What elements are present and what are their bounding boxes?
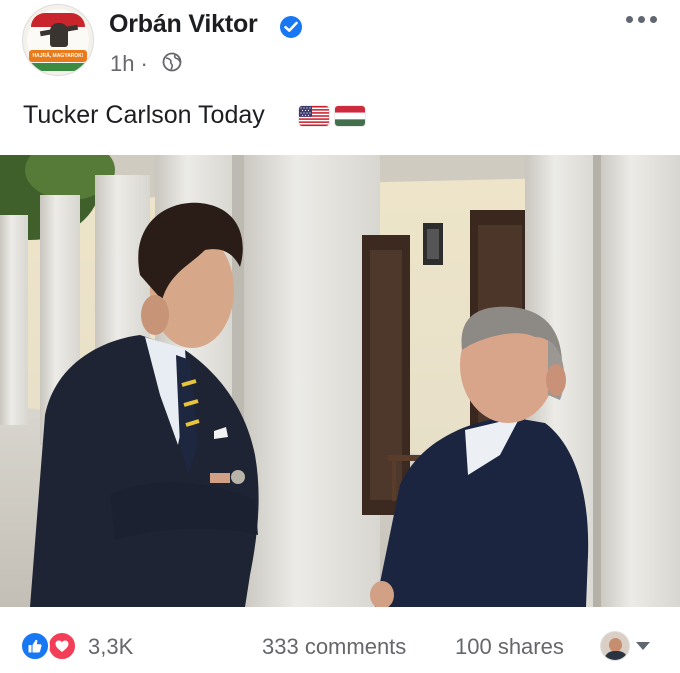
meta-separator: ·: [140, 51, 148, 76]
shares-count-link[interactable]: 100 shares: [455, 634, 564, 660]
flag-us-icon: [299, 106, 329, 126]
post-meta: 1h ·: [110, 51, 154, 77]
chevron-down-icon[interactable]: [636, 642, 650, 650]
comments-count-link[interactable]: 333 comments: [262, 634, 406, 660]
flag-hungary-icon: [335, 106, 365, 126]
author-name[interactable]: Orbán Viktor: [109, 10, 258, 39]
avatar-banner: HAJRÁ, MAGYAROK!: [29, 50, 87, 62]
post-time[interactable]: 1h: [110, 51, 134, 76]
more-options-icon[interactable]: [626, 14, 658, 28]
like-reaction-icon[interactable]: [20, 631, 50, 661]
post-footer: 3,3K 333 comments 100 shares: [0, 607, 680, 673]
globe-icon: [162, 52, 182, 72]
verified-badge-icon: [280, 16, 302, 38]
page-avatar[interactable]: HAJRÁ, MAGYAROK!: [22, 4, 94, 76]
post-caption: Tucker Carlson Today: [23, 101, 265, 129]
post-header: HAJRÁ, MAGYAROK! Orbán Viktor 1h ·: [0, 0, 680, 88]
post-photo[interactable]: [0, 155, 680, 607]
love-reaction-icon[interactable]: [47, 631, 77, 661]
reaction-as-avatar[interactable]: [600, 631, 630, 661]
reaction-count[interactable]: 3,3K: [88, 634, 133, 660]
